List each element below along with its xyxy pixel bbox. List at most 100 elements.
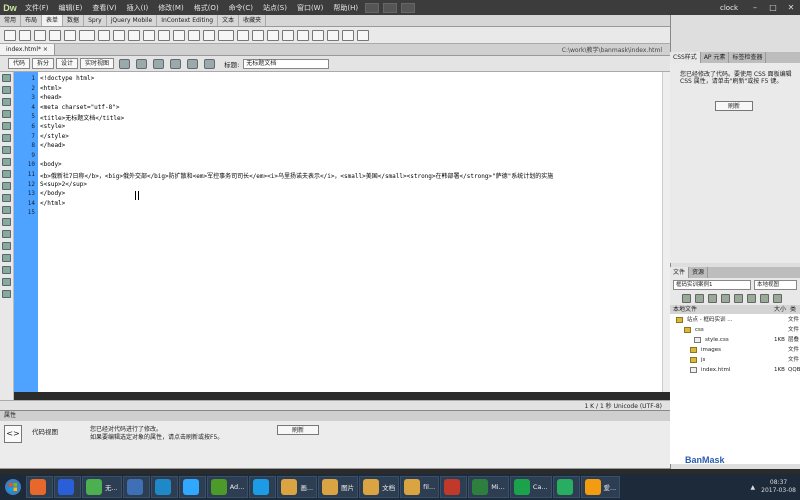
- files-tab-0[interactable]: 文件: [670, 267, 690, 278]
- outdent-code-icon[interactable]: [2, 278, 11, 286]
- properties-refresh-button[interactable]: 刷新: [277, 425, 319, 435]
- site-manager-icon[interactable]: [401, 2, 416, 13]
- start-button[interactable]: [0, 474, 26, 500]
- spry-textarea-icon[interactable]: [282, 29, 294, 41]
- syntax-coloring-icon[interactable]: [2, 182, 11, 190]
- insert-tab-6[interactable]: InContext Editing: [157, 15, 219, 26]
- put-files-icon[interactable]: [721, 294, 730, 303]
- textarea-icon[interactable]: [64, 29, 76, 41]
- insert-tab-1[interactable]: 布局: [21, 15, 43, 26]
- taskbar-app-7[interactable]: [249, 476, 277, 498]
- expand-panel-icon[interactable]: [773, 294, 782, 303]
- button-icon[interactable]: [79, 29, 95, 41]
- extend-manager-icon[interactable]: [383, 2, 398, 13]
- select-icon[interactable]: [158, 29, 170, 41]
- right-tab-1[interactable]: AP 元素: [701, 52, 730, 63]
- taskbar-app-12[interactable]: [440, 476, 468, 498]
- taskbar-app-1[interactable]: [54, 476, 81, 498]
- list-item[interactable]: js 文件: [670, 355, 800, 365]
- menu-item-9[interactable]: 帮助(H): [328, 3, 363, 13]
- layer-icon[interactable]: [19, 29, 31, 41]
- sync-icon[interactable]: [760, 294, 769, 303]
- right-tab-0[interactable]: CSS样式: [670, 52, 701, 63]
- button-field-icon[interactable]: [218, 29, 234, 41]
- menu-item-4[interactable]: 修改(M): [153, 3, 189, 13]
- indent-code-icon[interactable]: [2, 266, 11, 274]
- checkbox-icon[interactable]: [98, 29, 110, 41]
- refresh-files-icon[interactable]: [695, 294, 704, 303]
- line-numbers-icon[interactable]: [2, 158, 11, 166]
- spry-confirm-icon[interactable]: [357, 29, 369, 41]
- taskbar-app-3[interactable]: [122, 476, 150, 498]
- form-icon[interactable]: [34, 29, 46, 41]
- list-item[interactable]: style.css 1KB 层叠: [670, 335, 800, 345]
- insert-tab-0[interactable]: 常用: [0, 15, 22, 26]
- taskbar-app-16[interactable]: 爱...: [580, 476, 621, 498]
- taskbar-app-5[interactable]: [178, 476, 206, 498]
- get-files-icon[interactable]: [708, 294, 717, 303]
- split-view-button[interactable]: 拆分: [32, 58, 55, 69]
- close-icon[interactable]: ×: [43, 46, 48, 53]
- spry-select-icon[interactable]: [297, 29, 309, 41]
- collapse-tag-icon[interactable]: [2, 98, 11, 106]
- recent-snippets-icon[interactable]: [2, 242, 11, 250]
- design-view-button[interactable]: 设计: [56, 58, 79, 69]
- taskbar-app-2[interactable]: 无...: [82, 476, 122, 498]
- menu-item-1[interactable]: 编辑(E): [54, 3, 88, 13]
- checkbox-group-icon[interactable]: [113, 29, 125, 41]
- open-documents-icon[interactable]: [2, 74, 11, 82]
- wrap-tag-icon[interactable]: [2, 230, 11, 238]
- close-button[interactable]: ✕: [782, 3, 800, 12]
- checkin-icon[interactable]: [747, 294, 756, 303]
- menu-item-7[interactable]: 站点(S): [258, 3, 292, 13]
- image-field-icon[interactable]: [188, 29, 200, 41]
- live-view-button[interactable]: 实时视图: [80, 58, 115, 69]
- fieldset-icon[interactable]: [252, 29, 264, 41]
- taskbar-app-0[interactable]: [26, 476, 53, 498]
- table-icon[interactable]: [4, 29, 16, 41]
- textfield-icon[interactable]: [49, 29, 61, 41]
- doc-title-input[interactable]: 无标题文档: [243, 58, 330, 69]
- menu-item-8[interactable]: 窗口(W): [292, 3, 328, 13]
- insert-tab-2[interactable]: 表单: [42, 15, 64, 26]
- maximize-button[interactable]: □: [764, 3, 782, 12]
- multiscreen-icon[interactable]: [119, 58, 131, 69]
- spry-password-icon[interactable]: [342, 29, 354, 41]
- taskbar-app-4[interactable]: [150, 476, 178, 498]
- collapse-selection-icon[interactable]: [2, 110, 11, 118]
- taskbar-app-11[interactable]: fil...: [400, 476, 440, 498]
- list-item[interactable]: index.html 1KB QQB: [670, 365, 800, 375]
- view-select[interactable]: 本地视图: [754, 280, 797, 290]
- select-parent-tag-icon[interactable]: [2, 134, 11, 142]
- format-source-icon[interactable]: [2, 290, 11, 298]
- spry-checkbox-icon[interactable]: [312, 29, 324, 41]
- file-management-icon[interactable]: [153, 58, 165, 69]
- highlight-invalid-icon[interactable]: [2, 170, 11, 178]
- files-tab-1[interactable]: 资源: [689, 267, 709, 278]
- label-icon[interactable]: [237, 29, 249, 41]
- check-browser-icon[interactable]: [170, 58, 182, 69]
- file-field-icon[interactable]: [203, 29, 215, 41]
- menu-item-6[interactable]: 命令(C): [224, 3, 258, 13]
- show-code-navigator-icon[interactable]: [2, 86, 11, 94]
- expand-all-icon[interactable]: [2, 122, 11, 130]
- balance-braces-icon[interactable]: [2, 146, 11, 154]
- taskbar-app-6[interactable]: Ad...: [206, 476, 249, 498]
- list-item[interactable]: css 文件: [670, 325, 800, 335]
- code-editor[interactable]: <!doctype html> <html> <head> <meta charset…: [38, 72, 662, 392]
- taskbar-app-10[interactable]: 文档: [359, 476, 400, 498]
- list-item[interactable]: 站点 - 框码实训 ... 文件: [670, 315, 800, 325]
- tab-index-html[interactable]: index.html* ×: [0, 44, 55, 55]
- css-refresh-button[interactable]: 刷新: [715, 101, 753, 111]
- list-item[interactable]: images 文件: [670, 345, 800, 355]
- taskbar-app-14[interactable]: Ca...: [509, 476, 552, 498]
- refresh-icon[interactable]: [204, 58, 216, 69]
- spry-validation-icon[interactable]: [267, 29, 279, 41]
- insert-tab-3[interactable]: 数据: [63, 15, 85, 26]
- site-select[interactable]: 框码实训案例1: [673, 280, 751, 290]
- taskbar-app-15[interactable]: [552, 476, 580, 498]
- move-css-icon[interactable]: [2, 254, 11, 262]
- menu-item-3[interactable]: 插入(I): [122, 3, 154, 13]
- col-size[interactable]: 大小: [774, 305, 786, 314]
- right-tab-2[interactable]: 标签检查器: [729, 52, 767, 63]
